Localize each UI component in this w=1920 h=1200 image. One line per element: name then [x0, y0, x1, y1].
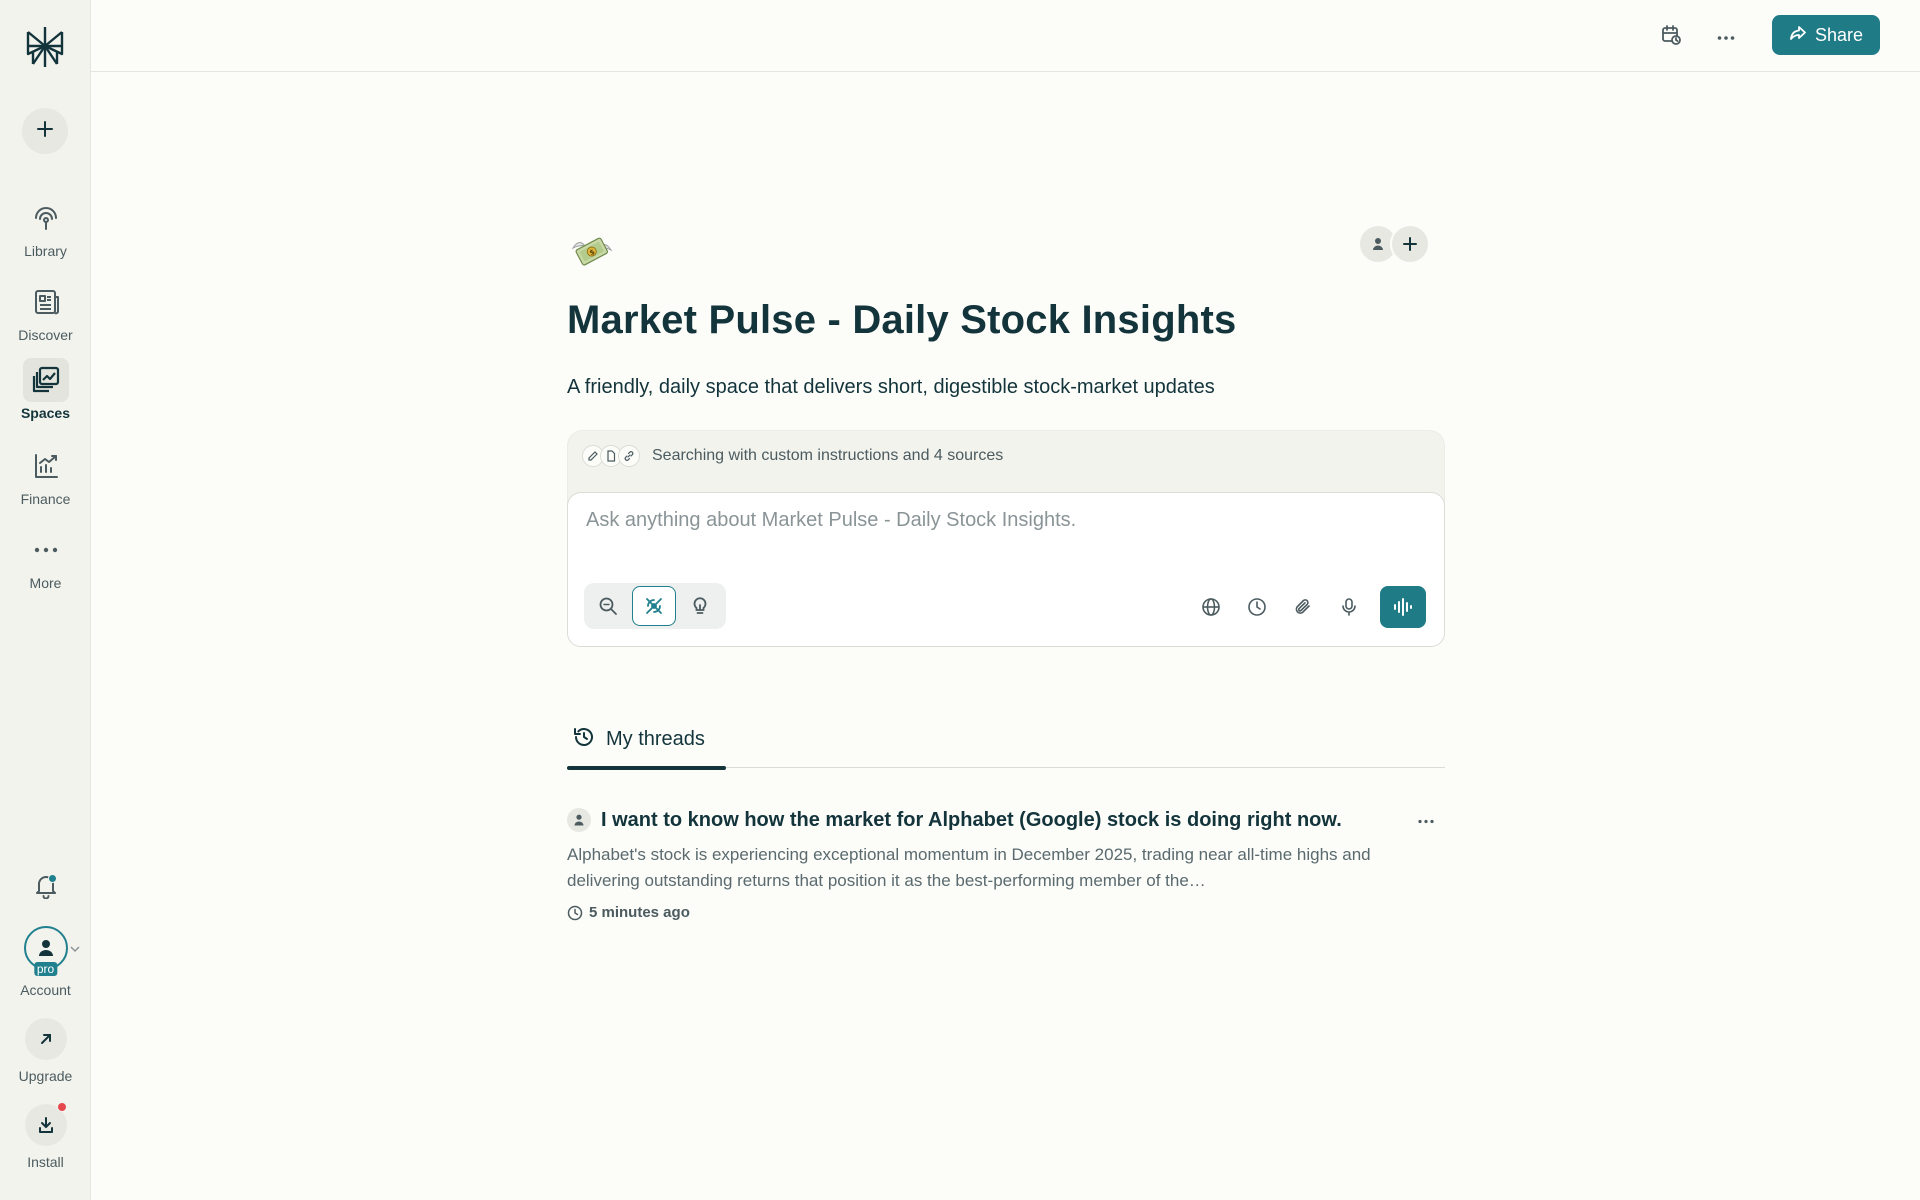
research-atom-icon: [646, 598, 662, 614]
sidebar-item-label: Finance: [20, 491, 71, 507]
spaces-icon: [22, 358, 69, 402]
thread-time-text: 5 minutes ago: [589, 904, 690, 921]
space-members: [1358, 224, 1430, 264]
money-with-wings-icon[interactable]: $: [570, 228, 614, 272]
sidebar-item-spaces[interactable]: Spaces: [0, 358, 91, 421]
sidebar-item-discover[interactable]: Discover: [0, 280, 91, 343]
dictation-button[interactable]: [1336, 594, 1362, 620]
user-icon: [567, 808, 591, 832]
search-input[interactable]: [586, 509, 1406, 532]
calendar-clock-icon: [1660, 24, 1682, 51]
user-icon: [1373, 238, 1383, 250]
discover-icon: [23, 280, 69, 324]
share-button[interactable]: Share: [1772, 15, 1880, 55]
globe-icon: [1202, 598, 1220, 616]
more-options-button[interactable]: [1711, 22, 1741, 52]
thread-title[interactable]: I want to know how the market for Alphab…: [601, 809, 1342, 832]
sources-icons: [582, 445, 640, 467]
clock-icon: [567, 905, 583, 920]
sources-button[interactable]: [1198, 594, 1224, 620]
sidebar-item-finance[interactable]: Finance: [0, 444, 91, 507]
tab-label: My threads: [606, 727, 705, 750]
lightbulb-icon: [693, 597, 707, 614]
install-button[interactable]: Install: [0, 1102, 91, 1170]
schedule-button[interactable]: [1656, 22, 1686, 52]
install-alert-dot: [56, 1102, 67, 1112]
new-thread-button[interactable]: [22, 108, 68, 154]
sidebar: Library Discover Spaces Finance More pro…: [0, 0, 91, 1200]
thread-tabs: My threads: [567, 710, 1445, 770]
perplexity-logo-icon[interactable]: [22, 24, 68, 70]
thread-more-button[interactable]: [1413, 810, 1439, 832]
more-dots-icon: [1418, 819, 1434, 823]
plus-icon: [1403, 237, 1417, 251]
download-icon: [24, 1102, 67, 1146]
sidebar-item-label: Spaces: [20, 405, 71, 421]
page-title: Market Pulse - Daily Stock Insights: [567, 298, 1237, 342]
paperclip-icon: [1295, 599, 1310, 614]
research-mode-button[interactable]: [632, 586, 676, 626]
finance-icon: [23, 444, 69, 488]
sidebar-item-label: More: [29, 575, 62, 591]
chevron-down-icon[interactable]: [70, 940, 80, 958]
account-button[interactable]: pro Account: [0, 926, 91, 998]
add-member-button[interactable]: [1390, 224, 1430, 264]
share-icon: [1789, 24, 1807, 47]
upgrade-label: Upgrade: [18, 1068, 73, 1084]
pro-badge: pro: [33, 962, 58, 976]
sidebar-item-more[interactable]: More: [0, 528, 91, 591]
notifications-button[interactable]: [26, 868, 66, 908]
custom-instructions-text: Searching with custom instructions and 4…: [652, 447, 1004, 464]
thread-header: I want to know how the market for Alphab…: [567, 808, 1445, 832]
upgrade-button[interactable]: Upgrade: [0, 1018, 91, 1084]
history-button[interactable]: [1244, 594, 1270, 620]
voice-mode-button[interactable]: [1380, 586, 1426, 628]
avatar: pro: [23, 926, 68, 976]
search-box: Searching with custom instructions and 4…: [567, 430, 1445, 647]
labs-mode-button[interactable]: [678, 586, 722, 626]
arrow-up-right-icon: [24, 1018, 67, 1060]
sidebar-item-label: Discover: [18, 327, 73, 343]
waveform-icon: [1394, 598, 1412, 616]
user-icon: [38, 940, 53, 956]
query-input-card: [567, 492, 1445, 647]
thread-snippet: Alphabet's stock is experiencing excepti…: [567, 845, 1371, 890]
space-description: A friendly, daily space that delivers sh…: [567, 376, 1215, 398]
sidebar-item-label: Library: [24, 243, 67, 259]
sidebar-item-library[interactable]: Library: [0, 196, 91, 259]
attach-button[interactable]: [1290, 594, 1316, 620]
thread-item[interactable]: I want to know how the market for Alphab…: [567, 808, 1445, 921]
library-icon: [23, 196, 69, 240]
account-label: Account: [20, 982, 71, 998]
search-icon: [599, 597, 617, 615]
notification-dot: [48, 874, 57, 883]
active-tab-indicator: [567, 766, 726, 770]
link-icon: [618, 445, 640, 467]
clock-icon: [1248, 598, 1266, 616]
thread-timestamp: 5 minutes ago: [567, 904, 1445, 921]
search-mode-button[interactable]: [586, 586, 630, 626]
tab-my-threads[interactable]: My threads: [567, 710, 726, 770]
plus-icon: [34, 118, 56, 145]
history-icon: [572, 725, 596, 754]
microphone-icon: [1342, 598, 1356, 616]
more-dots-icon: [23, 528, 69, 572]
custom-instructions-row[interactable]: Searching with custom instructions and 4…: [582, 445, 1003, 467]
more-dots-icon: [1717, 28, 1735, 46]
search-mode-toggle: [584, 583, 726, 629]
top-bar: Share: [91, 0, 1920, 72]
install-label: Install: [27, 1154, 64, 1170]
share-label: Share: [1814, 24, 1864, 45]
